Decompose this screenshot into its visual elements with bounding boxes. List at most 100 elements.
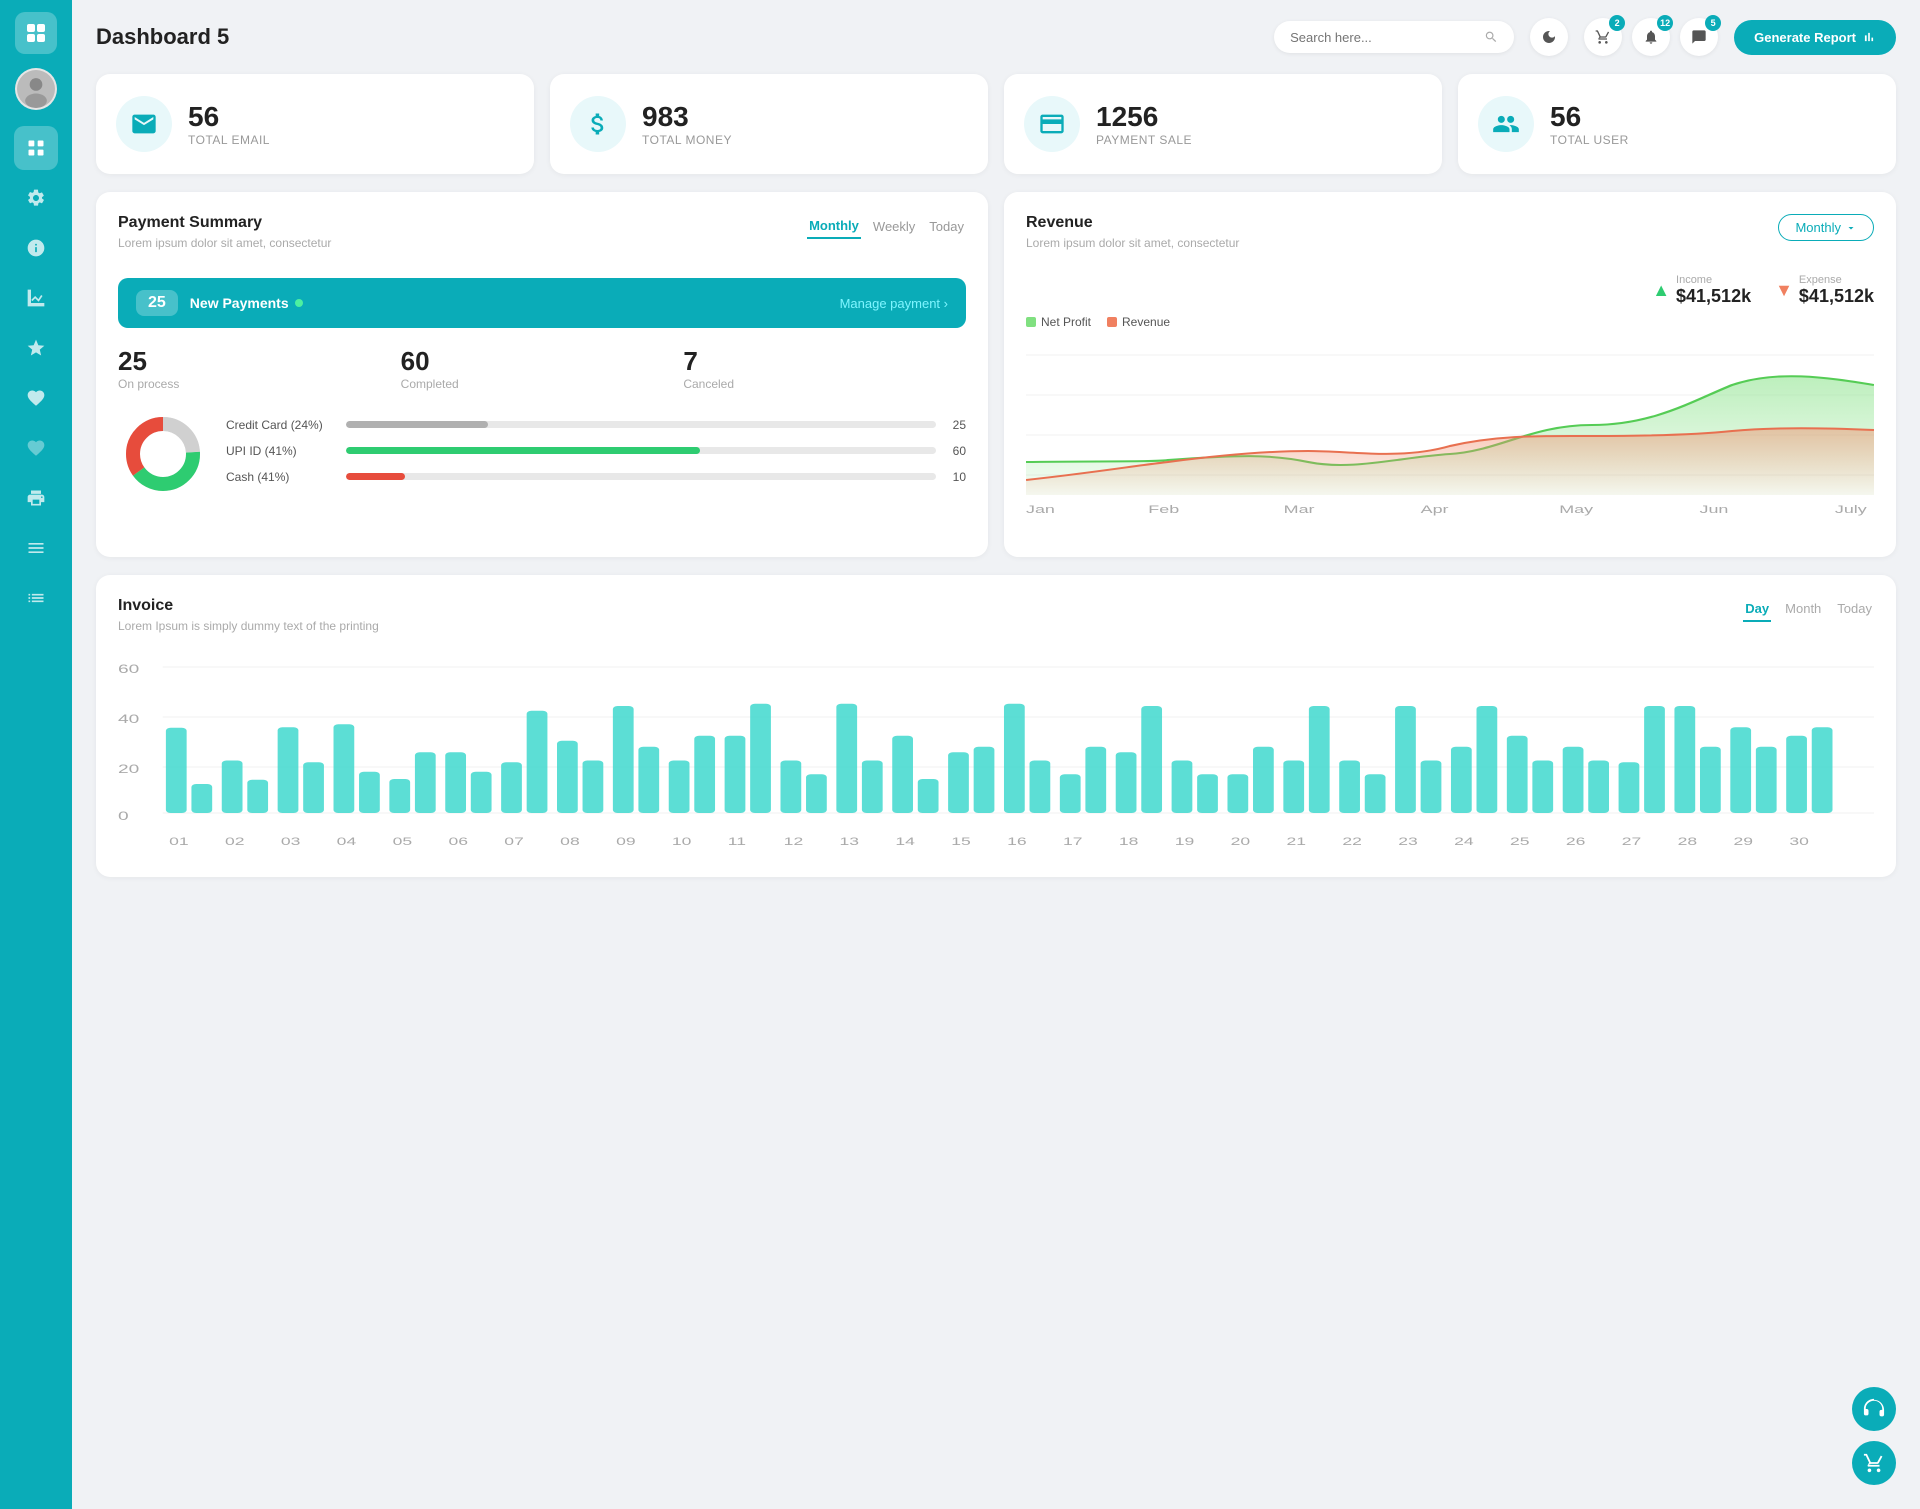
revenue-legend: Net Profit Revenue — [1026, 315, 1874, 329]
np-label: New Payments — [190, 295, 828, 311]
svg-text:19: 19 — [1175, 836, 1195, 848]
sidebar-item-star[interactable] — [14, 326, 58, 370]
svg-text:17: 17 — [1063, 836, 1083, 848]
invoice-title: Invoice — [118, 597, 379, 615]
manage-payment-link[interactable]: Manage payment › — [840, 296, 948, 311]
revenue-subtitle: Lorem ipsum dolor sit amet, consectetur — [1026, 236, 1239, 250]
chat-badge: 5 — [1705, 15, 1721, 31]
income-icon: ▲ — [1652, 280, 1670, 301]
svg-text:May: May — [1559, 504, 1594, 516]
sidebar-logo[interactable] — [15, 12, 57, 54]
np-count: 25 — [136, 290, 178, 316]
svg-text:Jan: Jan — [1026, 504, 1055, 516]
invoice-subtitle: Lorem Ipsum is simply dummy text of the … — [118, 619, 379, 633]
payment-stats-three: 25 On process 60 Completed 7 Canceled — [118, 346, 966, 391]
invoice-tabs: Day Month Today — [1743, 597, 1874, 622]
svg-text:08: 08 — [560, 836, 580, 848]
stat-card-money: 983 TOTAL MONEY — [550, 74, 988, 174]
sidebar-item-dashboard[interactable] — [14, 126, 58, 170]
svg-text:03: 03 — [281, 836, 301, 848]
svg-text:Jun: Jun — [1700, 504, 1729, 516]
sidebar-item-print[interactable] — [14, 476, 58, 520]
pm-row-credit: Credit Card (24%) 25 — [226, 418, 966, 432]
revenue-title: Revenue — [1026, 214, 1239, 232]
bell-badge: 12 — [1657, 15, 1673, 31]
svg-text:Feb: Feb — [1148, 504, 1179, 516]
svg-text:July: July — [1835, 504, 1868, 516]
sidebar-item-heart2[interactable] — [14, 426, 58, 470]
user-icon-wrap — [1478, 96, 1534, 152]
np-dot — [295, 299, 303, 307]
bell-icon-btn[interactable]: 12 — [1632, 18, 1670, 56]
tab-weekly[interactable]: Weekly — [871, 215, 917, 238]
payment-icon — [1038, 110, 1066, 138]
svg-text:20: 20 — [1231, 836, 1251, 848]
svg-text:12: 12 — [784, 836, 804, 848]
svg-text:05: 05 — [393, 836, 413, 848]
svg-text:25: 25 — [1510, 836, 1530, 848]
headset-float-btn[interactable] — [1852, 1387, 1896, 1431]
sidebar-item-list[interactable] — [14, 576, 58, 620]
donut-chart — [118, 409, 208, 504]
revenue-label: Revenue — [1122, 315, 1170, 329]
stat3-on-process: 25 On process — [118, 346, 401, 391]
float-buttons — [1852, 1387, 1896, 1485]
generate-report-button[interactable]: Generate Report — [1734, 20, 1896, 55]
svg-text:07: 07 — [504, 836, 524, 848]
svg-text:0: 0 — [118, 810, 129, 823]
search-input[interactable] — [1290, 30, 1476, 45]
stat-card-user: 56 TOTAL USER — [1458, 74, 1896, 174]
svg-text:Mar: Mar — [1284, 504, 1315, 516]
email-icon — [130, 110, 158, 138]
chevron-down-icon — [1845, 222, 1857, 234]
payment-method-list: Credit Card (24%) 25 UPI ID (41%) 60 Cas… — [226, 418, 966, 496]
svg-text:06: 06 — [448, 836, 468, 848]
svg-text:21: 21 — [1287, 836, 1307, 848]
svg-text:13: 13 — [840, 836, 860, 848]
svg-text:60: 60 — [118, 663, 139, 676]
svg-text:28: 28 — [1678, 836, 1698, 848]
theme-toggle-btn[interactable] — [1530, 18, 1568, 56]
revenue-card: Revenue Lorem ipsum dolor sit amet, cons… — [1004, 192, 1896, 557]
svg-text:01: 01 — [169, 836, 189, 848]
invoice-card: Invoice Lorem Ipsum is simply dummy text… — [96, 575, 1896, 877]
expense-item: ▼ Expense $41,512k — [1775, 274, 1874, 307]
chat-icon-btn[interactable]: 5 — [1680, 18, 1718, 56]
money-icon — [584, 110, 612, 138]
avatar[interactable] — [15, 68, 57, 110]
revenue-header: Revenue Lorem ipsum dolor sit amet, cons… — [1026, 214, 1874, 264]
inv-tab-day[interactable]: Day — [1743, 597, 1771, 622]
moon-icon — [1541, 29, 1557, 45]
main-content: Dashboard 5 2 12 5 Generate Report — [72, 0, 1920, 1509]
payment-icon-wrap — [1024, 96, 1080, 152]
svg-text:11: 11 — [728, 836, 746, 848]
payment-summary-card: Payment Summary Lorem ipsum dolor sit am… — [96, 192, 988, 557]
svg-text:29: 29 — [1734, 836, 1754, 848]
cart-icon — [1863, 1452, 1885, 1474]
inv-tab-today[interactable]: Today — [1835, 597, 1874, 622]
revenue-chart: Jan Feb Mar Apr May Jun July 120 90 60 3… — [1026, 335, 1874, 535]
stat-text-money: 983 TOTAL MONEY — [642, 101, 732, 147]
sidebar-item-chart[interactable] — [14, 276, 58, 320]
sidebar-item-heart[interactable] — [14, 376, 58, 420]
svg-text:10: 10 — [672, 836, 692, 848]
shopping-icon-btn[interactable]: 2 — [1584, 18, 1622, 56]
svg-text:20: 20 — [118, 763, 139, 776]
svg-text:24: 24 — [1454, 836, 1474, 848]
search-bar[interactable] — [1274, 21, 1514, 53]
revenue-legend-dot — [1107, 317, 1117, 327]
stat-text-user: 56 TOTAL USER — [1550, 101, 1629, 147]
payment-summary-header: Payment Summary Lorem ipsum dolor sit am… — [118, 214, 966, 264]
cart-float-btn[interactable] — [1852, 1441, 1896, 1485]
inv-tab-month[interactable]: Month — [1783, 597, 1823, 622]
svg-text:Apr: Apr — [1421, 504, 1449, 516]
search-icon — [1484, 29, 1498, 45]
sidebar-item-settings[interactable] — [14, 176, 58, 220]
revenue-monthly-btn[interactable]: Monthly — [1778, 214, 1874, 241]
tab-today[interactable]: Today — [927, 215, 966, 238]
tab-monthly[interactable]: Monthly — [807, 214, 861, 239]
sidebar-item-menu[interactable] — [14, 526, 58, 570]
email-icon-wrap — [116, 96, 172, 152]
sidebar-item-info[interactable] — [14, 226, 58, 270]
bell-icon — [1643, 29, 1659, 45]
